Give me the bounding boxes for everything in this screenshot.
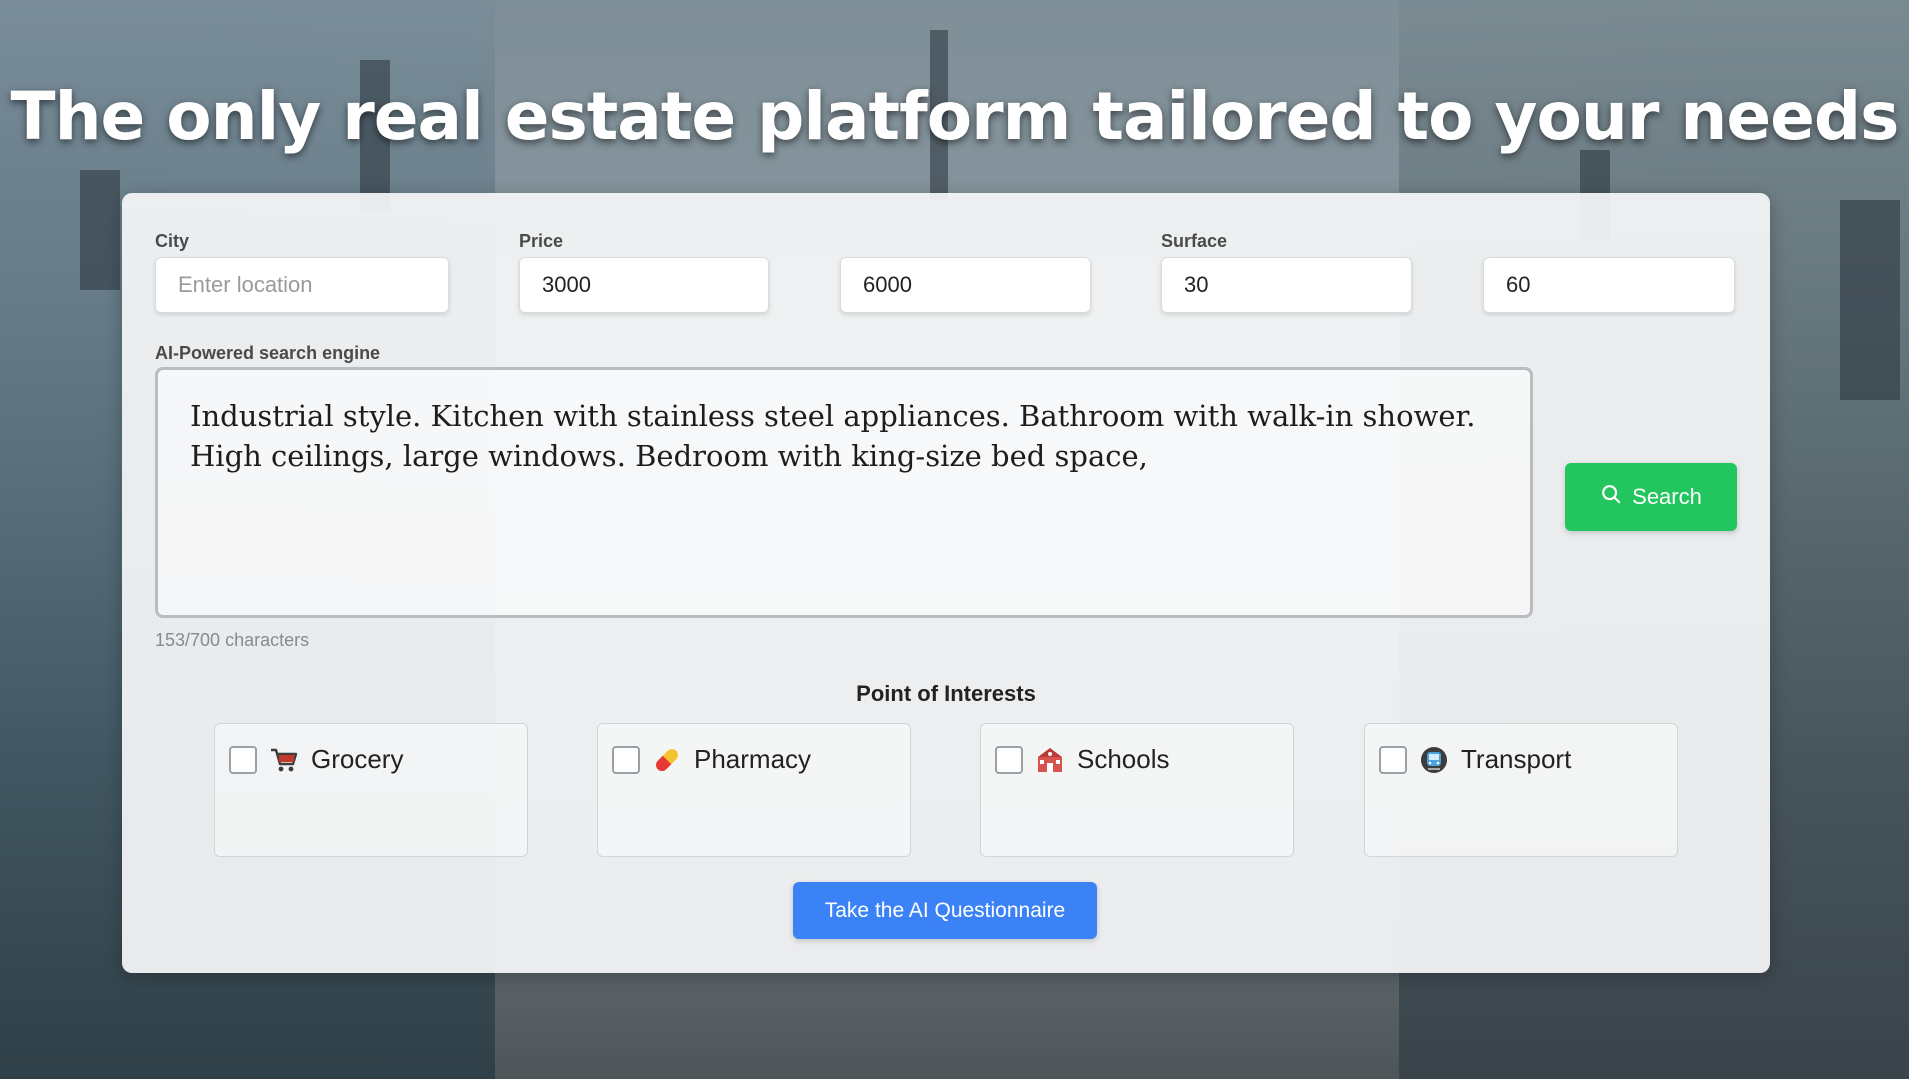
schools-checkbox[interactable] [995, 745, 1023, 774]
hero-headline: The only real estate platform tailored t… [10, 78, 1900, 155]
pill-icon [652, 745, 682, 775]
grocery-label: Grocery [311, 744, 404, 774]
poi-card-grocery[interactable]: Grocery [214, 723, 528, 857]
poi-card-transport[interactable]: Transport [1364, 723, 1678, 857]
ai-search-textarea[interactable]: Industrial style. Kitchen with stainless… [155, 367, 1533, 618]
city-input[interactable] [155, 257, 449, 313]
character-counter: 153/700 characters [155, 630, 310, 650]
poi-card-pharmacy[interactable]: Pharmacy [597, 723, 911, 857]
price-max-input[interactable] [840, 257, 1091, 313]
schools-label: Schools [1077, 744, 1170, 774]
ai-questionnaire-button[interactable]: Take the AI Questionnaire [793, 882, 1097, 939]
metro-icon [1419, 745, 1449, 775]
search-button[interactable]: Search [1565, 463, 1737, 531]
poi-title: Point of Interests [856, 681, 1036, 706]
school-icon [1035, 745, 1065, 775]
search-icon [1600, 483, 1622, 511]
search-button-label: Search [1632, 484, 1702, 509]
transport-checkbox[interactable] [1379, 745, 1407, 774]
surface-max-input[interactable] [1483, 257, 1735, 313]
background-tower [1840, 200, 1900, 400]
grocery-checkbox[interactable] [229, 745, 257, 774]
surface-min-input[interactable] [1161, 257, 1412, 313]
ai-search-label: AI-Powered search engine [155, 343, 381, 363]
city-label: City [155, 231, 190, 251]
shopping-cart-icon [269, 745, 299, 775]
background-tower [80, 170, 120, 290]
pharmacy-checkbox[interactable] [612, 745, 640, 774]
transport-label: Transport [1461, 744, 1572, 774]
pharmacy-label: Pharmacy [694, 744, 812, 774]
poi-card-schools[interactable]: Schools [980, 723, 1294, 857]
price-label: Price [519, 231, 564, 251]
search-panel: City Price Surface AI-Powered search eng… [122, 193, 1770, 973]
surface-label: Surface [1161, 231, 1228, 251]
price-min-input[interactable] [519, 257, 769, 313]
